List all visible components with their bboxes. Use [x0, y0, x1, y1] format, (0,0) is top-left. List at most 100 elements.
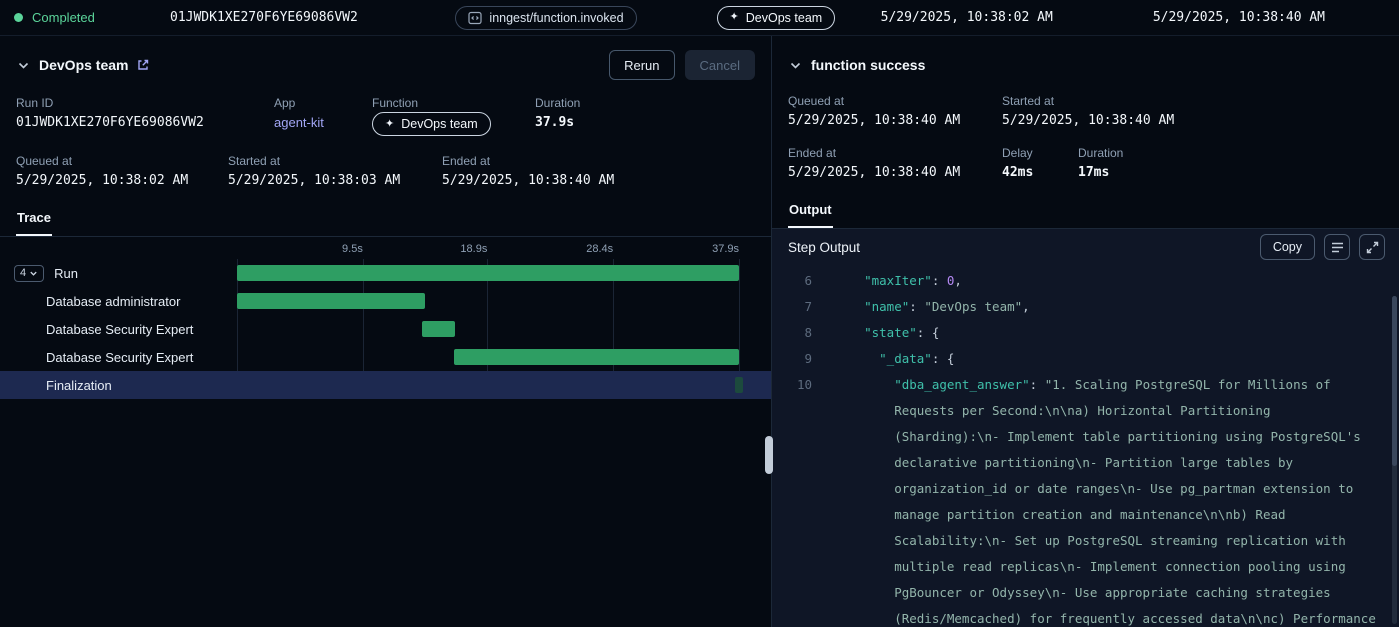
- trace-row-label: Database Security Expert: [0, 315, 237, 343]
- tab-output[interactable]: Output: [788, 200, 833, 228]
- chevron-down-icon[interactable]: [788, 58, 803, 73]
- output-actions: Copy: [1260, 234, 1385, 260]
- app-link[interactable]: agent-kit: [274, 115, 372, 130]
- field-duration: Duration 37.9s: [535, 96, 755, 136]
- trace-row-label: Finalization: [0, 371, 237, 399]
- output-header: Step Output Copy: [772, 229, 1399, 265]
- chevron-down-icon: [29, 269, 38, 278]
- trace-row-timeline: [237, 287, 739, 315]
- line-number: 6: [772, 268, 812, 294]
- trace-rows: 4RunDatabase administratorDatabase Secur…: [0, 259, 771, 399]
- output-title: Step Output: [788, 240, 860, 255]
- panel-resize-handle[interactable]: [765, 436, 773, 474]
- trace-tick-label: 28.4s: [586, 243, 613, 255]
- scrollbar[interactable]: [1392, 296, 1397, 624]
- line-number: 8: [772, 320, 812, 346]
- trace-row-timeline: [237, 371, 739, 399]
- code-content: "maxIter": 0,: [834, 268, 1399, 294]
- function-badge[interactable]: ✦ DevOps team: [372, 112, 491, 136]
- run-title: DevOps team: [39, 57, 128, 73]
- step-title: function success: [811, 57, 925, 73]
- code-line: 7 "name": "DevOps team",: [772, 294, 1399, 320]
- sparkles-icon: ✦: [730, 12, 739, 23]
- field-started-at: Started at 5/29/2025, 10:38:40 AM: [1002, 94, 1383, 128]
- run-tabbar: Trace: [0, 198, 771, 237]
- code-line: 8 "state": {: [772, 320, 1399, 346]
- code-line: 9 "_data": {: [772, 346, 1399, 372]
- run-panel-header: DevOps team Rerun Cancel: [0, 36, 771, 80]
- trace-span-bar: [454, 349, 739, 365]
- external-link-icon[interactable]: [136, 58, 150, 72]
- copy-button[interactable]: Copy: [1260, 234, 1315, 260]
- wrap-lines-icon[interactable]: [1324, 234, 1350, 260]
- trace-tick-label: 37.9s: [712, 243, 739, 255]
- field-ended-at: Ended at 5/29/2025, 10:38:40 AM: [442, 154, 755, 188]
- chevron-down-icon[interactable]: [16, 58, 31, 73]
- panels: DevOps team Rerun Cancel Run ID 01JWDK1X…: [0, 36, 1399, 627]
- trace-row[interactable]: Database Security Expert: [0, 315, 771, 343]
- line-number: 9: [772, 346, 812, 372]
- function-badge[interactable]: ✦ DevOps team: [717, 6, 836, 30]
- event-badge[interactable]: inngest/function.invoked: [455, 6, 636, 30]
- trace-row-label: 4Run: [0, 259, 237, 287]
- trace-span-bar: [237, 265, 739, 281]
- trace-tick-label: 18.9s: [460, 243, 487, 255]
- field-queued-at: Queued at 5/29/2025, 10:38:40 AM: [788, 94, 1002, 128]
- field-duration: Duration 17ms: [1078, 146, 1383, 180]
- trace-axis: 9.5s 18.9s 28.4s 37.9s: [237, 243, 739, 259]
- code-line: 6 "maxIter": 0,: [772, 268, 1399, 294]
- run-panel: DevOps team Rerun Cancel Run ID 01JWDK1X…: [0, 36, 772, 627]
- status-dot-icon: [14, 13, 23, 22]
- run-status: Completed: [14, 10, 170, 25]
- field-app: App agent-kit: [274, 96, 372, 136]
- trace-row-timeline: [237, 343, 739, 371]
- function-badge-label: DevOps team: [746, 11, 822, 25]
- topbar-end-time: 5/29/2025, 10:38:40 AM: [1153, 10, 1325, 25]
- trace-row-timeline: [237, 259, 739, 287]
- trace-row[interactable]: Finalization: [0, 371, 771, 399]
- line-number: 10: [772, 372, 812, 627]
- trace-span-bar: [237, 293, 425, 309]
- code-line: 10"dba_agent_answer": "1. Scaling Postgr…: [772, 372, 1399, 627]
- code-content: "state": {: [834, 320, 1399, 346]
- topbar-times: 5/29/2025, 10:38:02 AM 5/29/2025, 10:38:…: [881, 10, 1385, 25]
- code-icon: [468, 11, 482, 25]
- step-info-row-2: Ended at 5/29/2025, 10:38:40 AM Delay 42…: [772, 146, 1399, 180]
- code-content: "name": "DevOps team",: [834, 294, 1399, 320]
- output-section: Step Output Copy 6 "maxIter": 0, 7 "name": …: [772, 229, 1399, 627]
- expand-count-toggle[interactable]: 4: [14, 265, 44, 282]
- field-run-id: Run ID 01JWDK1XE270F6YE69086VW2: [16, 96, 274, 136]
- field-delay: Delay 42ms: [1002, 146, 1078, 180]
- trace-tick-label: 9.5s: [342, 243, 363, 255]
- scrollbar-thumb[interactable]: [1392, 296, 1397, 466]
- trace-span-bar: [422, 321, 456, 337]
- cancel-button[interactable]: Cancel: [685, 50, 755, 80]
- step-panel: function success Queued at 5/29/2025, 10…: [772, 36, 1399, 627]
- field-queued-at: Queued at 5/29/2025, 10:38:02 AM: [16, 154, 228, 188]
- trace-row[interactable]: Database administrator: [0, 287, 771, 315]
- code-content: "dba_agent_answer": "1. Scaling PostgreS…: [834, 372, 1399, 627]
- topbar-start-time: 5/29/2025, 10:38:02 AM: [881, 10, 1053, 25]
- run-actions: Rerun Cancel: [609, 50, 755, 80]
- tab-trace[interactable]: Trace: [16, 208, 52, 236]
- sparkles-icon: ✦: [385, 119, 394, 130]
- trace-row-timeline: [237, 315, 739, 343]
- trace-row[interactable]: 4Run: [0, 259, 771, 287]
- field-function: Function ✦ DevOps team: [372, 96, 535, 136]
- trace-span-bar: [735, 377, 743, 393]
- trace-row-label: Database administrator: [0, 287, 237, 315]
- rerun-button[interactable]: Rerun: [609, 50, 674, 80]
- expand-icon[interactable]: [1359, 234, 1385, 260]
- step-info-row-1: Queued at 5/29/2025, 10:38:40 AM Started…: [772, 94, 1399, 128]
- run-info-row-2: Queued at 5/29/2025, 10:38:02 AM Started…: [0, 154, 771, 188]
- code-viewer[interactable]: 6 "maxIter": 0, 7 "name": "DevOps team", 8 "s…: [772, 265, 1399, 627]
- trace-view: 9.5s 18.9s 28.4s 37.9s 4RunDatabase adminis…: [0, 237, 771, 627]
- step-tabbar: Output: [772, 190, 1399, 229]
- line-number: 7: [772, 294, 812, 320]
- event-badge-label: inngest/function.invoked: [489, 11, 623, 25]
- field-ended-at: Ended at 5/29/2025, 10:38:40 AM: [788, 146, 1002, 180]
- trace-row[interactable]: Database Security Expert: [0, 343, 771, 371]
- topbar-badges: inngest/function.invoked ✦ DevOps team: [410, 6, 881, 30]
- topbar-run-id: 01JWDK1XE270F6YE69086VW2: [170, 10, 410, 25]
- code-content: "_data": {: [834, 346, 1399, 372]
